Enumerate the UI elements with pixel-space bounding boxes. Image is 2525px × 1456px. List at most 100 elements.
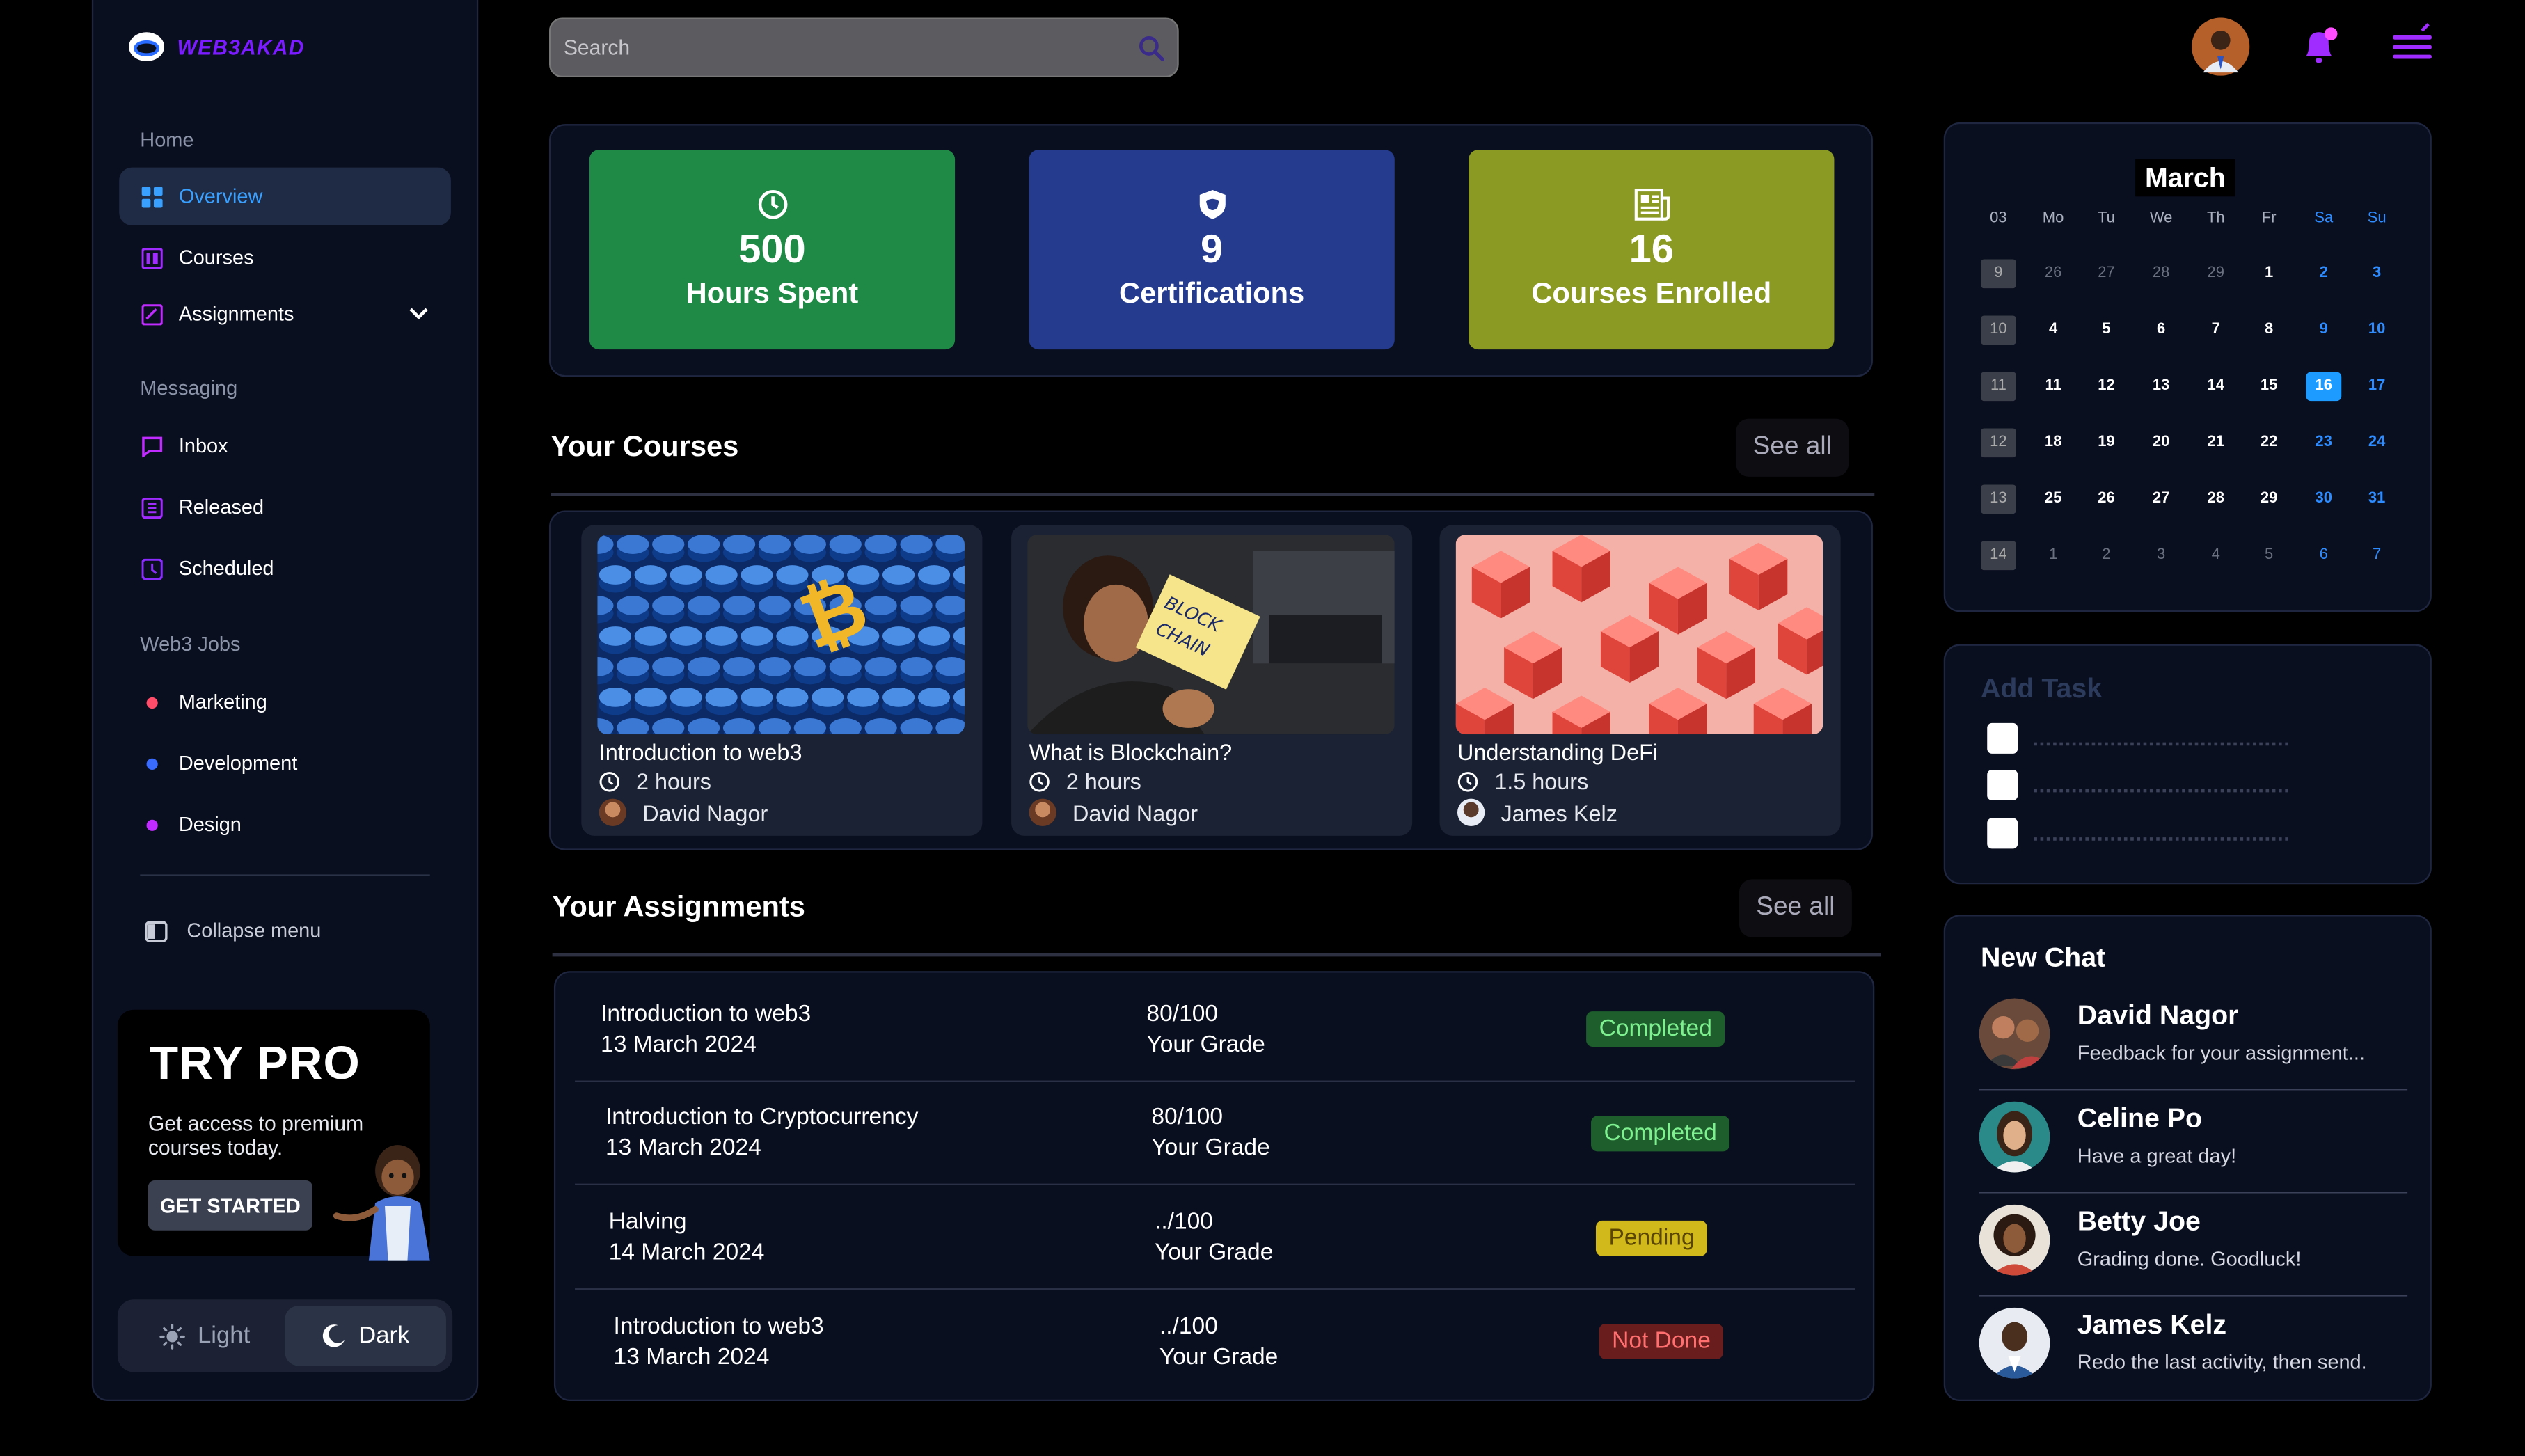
search-icon[interactable]: [1139, 35, 1164, 61]
task-input-line[interactable]: [2034, 788, 2288, 792]
calendar-day[interactable]: 26: [2089, 484, 2124, 514]
stat-value: 16: [1629, 227, 1674, 273]
author-avatar: [599, 798, 627, 826]
calendar-day[interactable]: 5: [2251, 541, 2287, 570]
newspaper-icon: [1633, 188, 1670, 221]
chat-item[interactable]: Betty Joe Grading done. Goodluck!: [1979, 1200, 2408, 1297]
theme-dark-option[interactable]: Dark: [285, 1306, 446, 1366]
stat-card-courses-enrolled[interactable]: 16 Courses Enrolled: [1469, 150, 1835, 350]
assignment-row[interactable]: Introduction to web3 13 March 2024 80/100…: [575, 979, 1855, 1082]
calendar-day[interactable]: 2: [2089, 541, 2124, 570]
courses-see-all-button[interactable]: See all: [1736, 418, 1849, 477]
assignment-name: Introduction to Cryptocurrency: [605, 1105, 919, 1131]
calendar-day[interactable]: 28: [2144, 260, 2179, 289]
calendar-day[interactable]: 26: [2036, 260, 2071, 289]
sidebar-item-marketing[interactable]: Marketing: [119, 673, 451, 731]
calendar-week-number: 13: [1980, 484, 2016, 514]
calendar-day[interactable]: 8: [2251, 316, 2287, 345]
chat-item[interactable]: Celine Po Have a great day!: [1979, 1097, 2408, 1194]
calendar-day[interactable]: 15: [2251, 372, 2287, 401]
sidebar-item-inbox[interactable]: Inbox: [119, 417, 451, 475]
sidebar-item-assignments[interactable]: Assignments: [119, 285, 451, 343]
calendar-day[interactable]: 12: [2089, 372, 2124, 401]
calendar-weekday-header: Mo: [2042, 209, 2064, 228]
task-input-line[interactable]: [2034, 741, 2288, 745]
calendar-day[interactable]: 11: [2036, 372, 2071, 401]
calendar-day[interactable]: 21: [2198, 428, 2233, 457]
hamburger-menu-icon[interactable]: [2390, 22, 2435, 64]
calendar-day[interactable]: 22: [2251, 428, 2287, 457]
search-bar: [549, 17, 1179, 78]
calendar-day[interactable]: 7: [2359, 541, 2395, 570]
course-card[interactable]: BLOCK CHAIN What is Blockchain? 2 hours …: [1011, 525, 1413, 836]
author-avatar: [1029, 798, 1056, 826]
assignment-row[interactable]: Introduction to Cryptocurrency 13 March 2…: [575, 1082, 1855, 1185]
calendar-day[interactable]: 28: [2198, 484, 2233, 514]
calendar-day[interactable]: 19: [2089, 428, 2124, 457]
calendar-day[interactable]: 6: [2306, 541, 2341, 570]
chevron-down-icon[interactable]: [409, 308, 429, 321]
calendar-day[interactable]: 31: [2359, 484, 2395, 514]
get-started-button[interactable]: GET STARTED: [148, 1180, 312, 1231]
calendar-day[interactable]: 3: [2359, 260, 2395, 289]
calendar-day[interactable]: 9: [2306, 316, 2341, 345]
calendar-day[interactable]: 27: [2089, 260, 2124, 289]
calendar-day[interactable]: 6: [2144, 316, 2179, 345]
calendar-weekday-header: Sa: [2314, 209, 2334, 228]
clock-icon: [599, 770, 620, 791]
calendar-day[interactable]: 30: [2306, 484, 2341, 514]
sidebar-item-released[interactable]: Released: [119, 478, 451, 536]
calendar-day[interactable]: 7: [2198, 316, 2233, 345]
moon-icon: [322, 1324, 345, 1347]
calendar-day[interactable]: 1: [2251, 260, 2287, 289]
calendar-month: March: [2135, 159, 2235, 197]
calendar-day-selected[interactable]: 16: [2306, 372, 2342, 402]
sidebar-item-development[interactable]: Development: [119, 734, 451, 792]
calendar-day[interactable]: 23: [2306, 428, 2341, 457]
theme-light-option[interactable]: Light: [124, 1306, 285, 1366]
chat-item[interactable]: David Nagor Feedback for your assignment…: [1979, 994, 2408, 1091]
collapse-menu-button[interactable]: Collapse menu: [145, 919, 321, 942]
task-checkbox[interactable]: [1987, 818, 2018, 849]
sidebar-item-scheduled[interactable]: Scheduled: [119, 539, 451, 597]
calendar-day[interactable]: 27: [2144, 484, 2179, 514]
task-input-line[interactable]: [2034, 837, 2288, 840]
stat-card-hours[interactable]: 500 Hours Spent: [589, 150, 956, 350]
search-input[interactable]: [563, 35, 1079, 60]
course-card[interactable]: Understanding DeFi 1.5 hours James Kelz: [1439, 525, 1841, 836]
sidebar-item-design[interactable]: Design: [119, 796, 451, 853]
assignment-row[interactable]: Introduction to web3 13 March 2024 ../100…: [575, 1290, 1855, 1393]
notification-bell-icon[interactable]: [2300, 24, 2341, 70]
sidebar-item-courses[interactable]: Courses: [119, 229, 451, 287]
calendar-day[interactable]: 25: [2036, 484, 2071, 514]
course-card[interactable]: ₿ Introduction to web3 2 hours David Nag…: [581, 525, 983, 836]
calendar-day[interactable]: 13: [2144, 372, 2179, 401]
task-checkbox[interactable]: [1987, 722, 2018, 754]
calendar-day[interactable]: 4: [2036, 316, 2071, 345]
sidebar-item-overview[interactable]: Overview: [119, 167, 451, 225]
calendar-day[interactable]: 20: [2144, 428, 2179, 457]
assignment-date: 13 March 2024: [613, 1345, 770, 1371]
chat-item[interactable]: James Kelz Redo the last activity, then …: [1979, 1303, 2407, 1400]
calendar-day[interactable]: 18: [2036, 428, 2071, 457]
calendar-day[interactable]: 3: [2144, 541, 2179, 570]
stat-card-certifications[interactable]: 9 Certifications: [1029, 150, 1395, 350]
assignment-row[interactable]: Halving 14 March 2024 ../100 Your Grade Pe…: [575, 1187, 1855, 1290]
calendar-day[interactable]: 17: [2359, 372, 2395, 401]
assignments-see-all-button[interactable]: See all: [1739, 879, 1852, 937]
brand-logo[interactable]: WEB3AKAD: [125, 26, 335, 68]
calendar-day[interactable]: 29: [2251, 484, 2287, 514]
task-row: [1987, 818, 2288, 849]
calendar-day[interactable]: 5: [2089, 316, 2124, 345]
calendar-day[interactable]: 1: [2036, 541, 2071, 570]
calendar-day[interactable]: 4: [2198, 541, 2233, 570]
user-avatar[interactable]: [2192, 17, 2250, 76]
calendar-day[interactable]: 14: [2198, 372, 2233, 401]
calendar-day[interactable]: 24: [2359, 428, 2395, 457]
calendar-day[interactable]: 2: [2306, 260, 2341, 289]
chat-title: New Chat: [1980, 942, 2106, 973]
calendar-day[interactable]: 29: [2198, 260, 2233, 289]
sidebar-collapse-icon: [145, 920, 168, 942]
task-checkbox[interactable]: [1987, 769, 2018, 800]
calendar-day[interactable]: 10: [2359, 316, 2395, 345]
